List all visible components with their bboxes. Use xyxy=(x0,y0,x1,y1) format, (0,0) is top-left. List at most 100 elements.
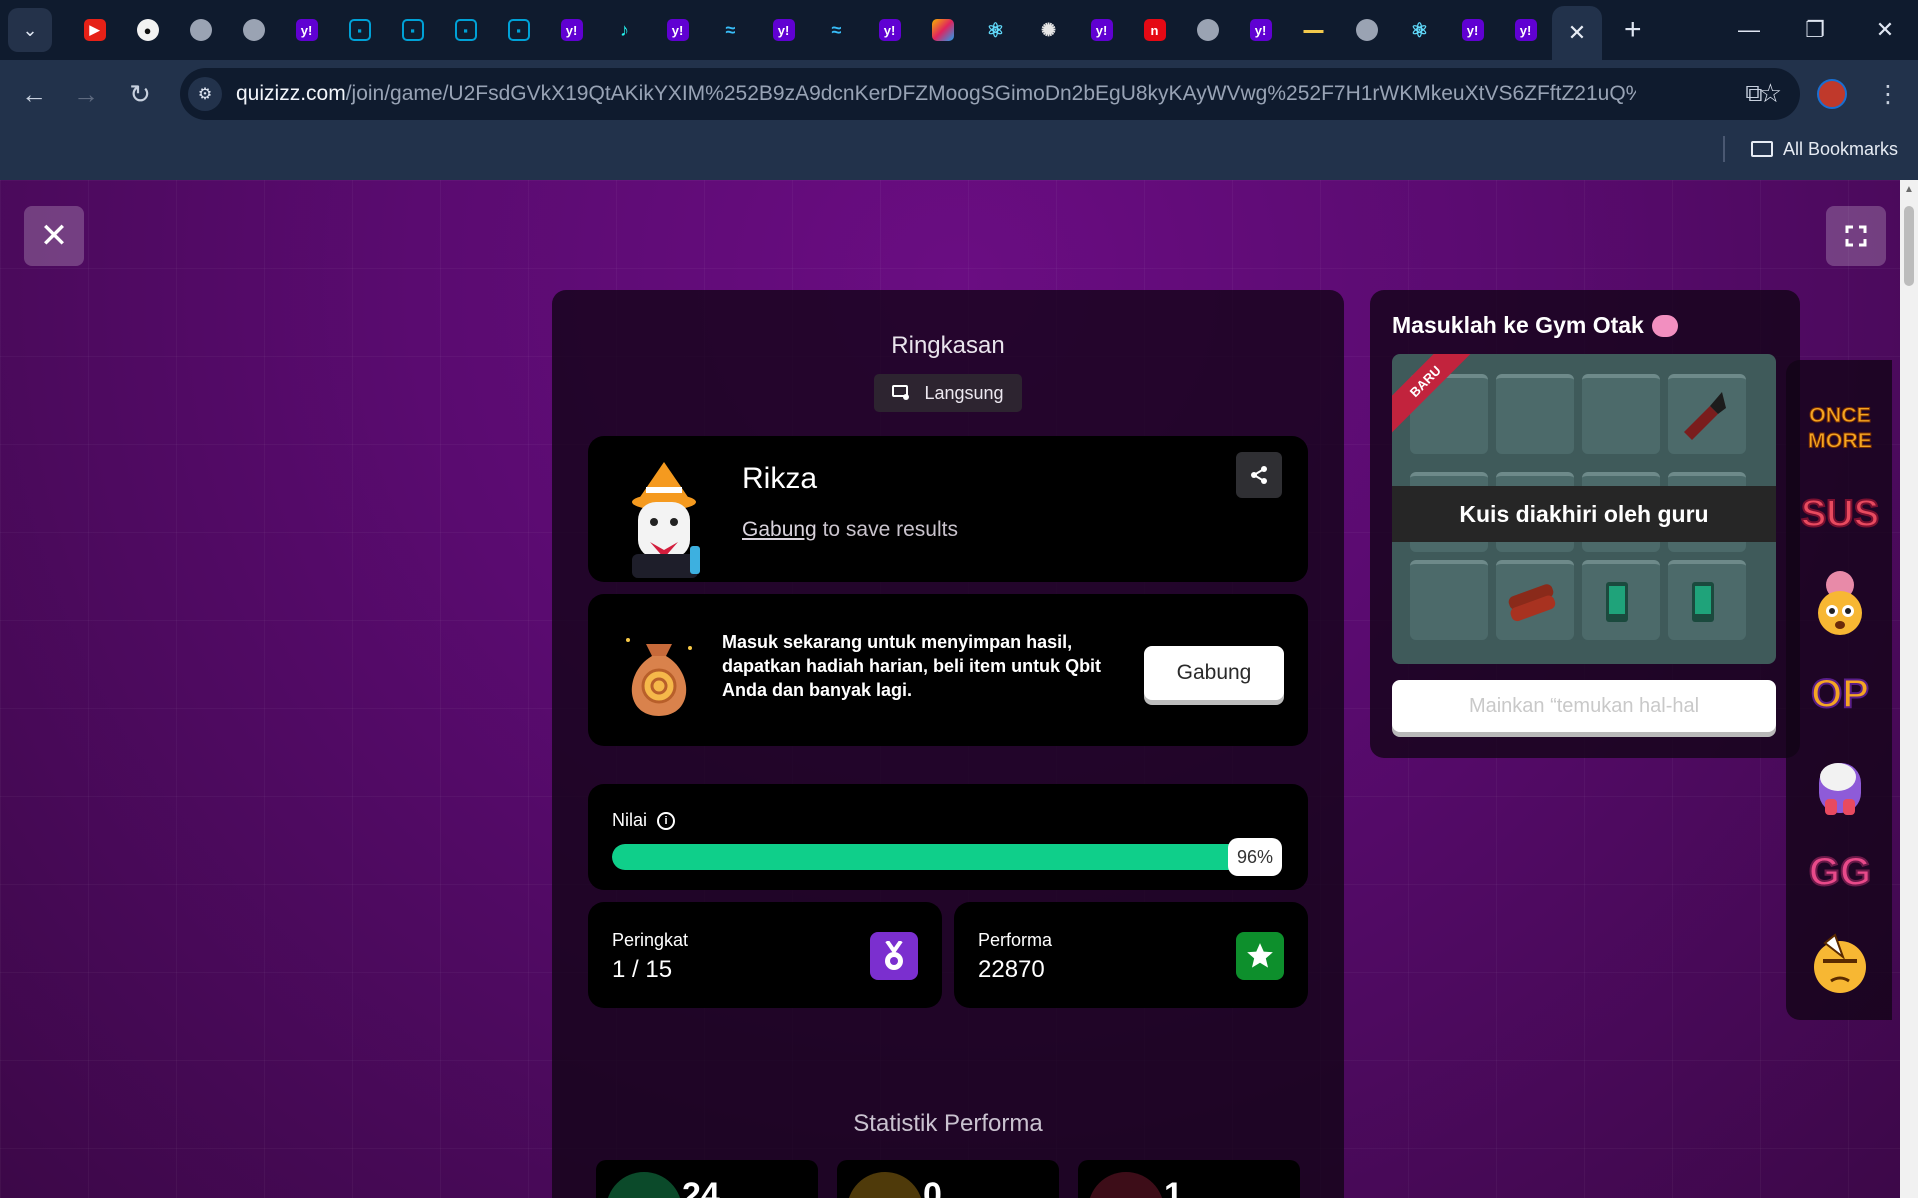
tab-yahoo[interactable]: y! xyxy=(863,7,916,53)
close-quiz-button[interactable]: ✕ xyxy=(24,206,84,266)
close-window-icon[interactable]: ✕ xyxy=(1852,8,1918,52)
bilibili-icon: ▪ xyxy=(454,19,477,41)
site-info-icon[interactable]: ⚙ xyxy=(188,77,222,111)
tab-tailwind[interactable]: ≈ xyxy=(810,7,863,53)
tab-bilibili[interactable]: ▪ xyxy=(439,7,492,53)
correct-count: 24 xyxy=(682,1176,720,1198)
brain-gym-title: Masuklah ke Gym Otak xyxy=(1392,312,1678,339)
tab-globe[interactable] xyxy=(174,7,227,53)
tab-netflix[interactable]: n xyxy=(1128,7,1181,53)
tab-strip: ▶ ● y! ▪ ▪ ▪ ▪ y! ♪ y! ≈ y! ≈ y! ⚛ ✺ y! … xyxy=(68,0,1642,60)
forward-button[interactable]: → xyxy=(62,70,110,118)
tab-bilibili[interactable]: ▪ xyxy=(386,7,439,53)
new-tab-button[interactable]: + xyxy=(1624,13,1642,47)
close-tab-icon[interactable]: ✕ xyxy=(1568,20,1586,46)
tab-globe[interactable] xyxy=(227,7,280,53)
op-text: OP xyxy=(1810,671,1870,717)
profile-avatar[interactable] xyxy=(1808,70,1856,118)
tab-react[interactable]: ⚛ xyxy=(969,7,1022,53)
tab-tiktok[interactable]: ♪ xyxy=(598,7,651,53)
play-game-button[interactable]: Mainkan “temukan hal-hal xyxy=(1392,680,1776,732)
brain-icon xyxy=(1651,314,1678,337)
summary-title: Ringkasan xyxy=(891,332,1005,359)
tab-globe[interactable] xyxy=(1340,7,1393,53)
tab-yahoo[interactable]: y! xyxy=(1234,7,1287,53)
tab-yahoo[interactable]: y! xyxy=(545,7,598,53)
yahoo-icon: y! xyxy=(878,19,901,41)
reload-button[interactable]: ↻ xyxy=(116,70,164,118)
once-more-sticker[interactable]: ONCE MORE xyxy=(1804,390,1876,462)
tab-bilibili[interactable]: ▪ xyxy=(492,7,545,53)
mind-blown-icon xyxy=(1818,571,1862,635)
tab-yahoo[interactable]: y! xyxy=(757,7,810,53)
game-preview[interactable]: Kuis diakhiri oleh guru BARU xyxy=(1392,354,1776,664)
tab-globe[interactable] xyxy=(1181,7,1234,53)
react-icon: ⚛ xyxy=(1410,19,1429,42)
scroll-up-arrow-icon[interactable]: ▲ xyxy=(1904,184,1914,195)
yahoo-icon: y! xyxy=(1090,19,1113,41)
game-slot xyxy=(1582,560,1660,640)
close-icon: ✕ xyxy=(39,217,69,255)
performance-card: Performa 22870 xyxy=(954,902,1308,1008)
astronaut-sticker[interactable] xyxy=(1804,746,1876,818)
info-icon[interactable]: i xyxy=(657,811,676,830)
unattempted-count: 1 xyxy=(1164,1176,1183,1198)
mind-blown-sticker[interactable] xyxy=(1804,568,1876,640)
tab-github[interactable]: ● xyxy=(121,7,174,53)
score-label: Nilai i xyxy=(612,810,676,831)
yahoo-icon: y! xyxy=(666,19,689,41)
incorrect-indicator xyxy=(847,1172,923,1198)
mode-badge: Langsung xyxy=(874,374,1022,412)
share-button[interactable] xyxy=(1236,452,1282,498)
join-button[interactable]: Gabung xyxy=(1144,646,1284,700)
phone-icon xyxy=(1692,582,1714,622)
tab-yahoo[interactable]: y! xyxy=(1075,7,1128,53)
gg-sticker[interactable]: GG xyxy=(1804,836,1876,908)
globe-icon xyxy=(1355,19,1378,41)
tab-tailwind[interactable]: ≈ xyxy=(704,7,757,53)
tab-yahoo[interactable]: y! xyxy=(280,7,333,53)
scrollbar-thumb[interactable] xyxy=(1904,206,1914,286)
yahoo-icon: y! xyxy=(1249,19,1272,41)
performance-label: Performa xyxy=(978,930,1053,950)
url-text[interactable]: quizizz.com/join/game/U2FsdGVkX19QtAKikY… xyxy=(236,82,1636,106)
tab-youtube[interactable]: ▶ xyxy=(68,7,121,53)
salute-icon xyxy=(1814,933,1866,993)
yahoo-icon: y! xyxy=(560,19,583,41)
fullscreen-button[interactable] xyxy=(1826,206,1886,266)
tab-yahoo[interactable]: y! xyxy=(1446,7,1499,53)
tab-banner[interactable]: ▬▬ xyxy=(1287,7,1340,53)
phone-icon xyxy=(1606,582,1628,622)
browser-tab-bar: ⌄ ▶ ● y! ▪ ▪ ▪ ▪ y! ♪ y! ≈ y! ≈ y! ⚛ ✺ y… xyxy=(0,0,1918,60)
page-scrollbar[interactable]: ▲ xyxy=(1900,180,1918,1198)
minimize-window-icon[interactable]: — xyxy=(1716,8,1782,52)
tab-search-button[interactable]: ⌄ xyxy=(8,8,52,52)
star-glyph xyxy=(1247,943,1273,968)
browser-menu-icon[interactable]: ⋮ xyxy=(1864,70,1912,118)
tab-yahoo[interactable]: y! xyxy=(651,7,704,53)
all-bookmarks-button[interactable]: All Bookmarks xyxy=(1722,136,1898,162)
once-more-text-2: MORE xyxy=(1808,428,1872,452)
game-slot xyxy=(1410,560,1488,640)
tab-active-close[interactable]: ✕ xyxy=(1552,6,1602,60)
op-sticker[interactable]: OP xyxy=(1804,658,1876,730)
mode-label: Langsung xyxy=(924,382,1004,403)
globe-icon xyxy=(242,19,265,41)
address-bar[interactable]: ⚙ quizizz.com/join/game/U2FsdGVkX19QtAKi… xyxy=(180,68,1800,120)
salute-sticker[interactable] xyxy=(1804,926,1876,998)
player-name: Rikza xyxy=(742,462,818,495)
tab-colorful[interactable] xyxy=(916,7,969,53)
tab-bilibili[interactable]: ▪ xyxy=(333,7,386,53)
extensions-icon[interactable]: ⧉ xyxy=(1730,70,1778,118)
restore-window-icon[interactable]: ❐ xyxy=(1782,8,1848,52)
rank-label: Peringkat xyxy=(612,930,689,950)
tab-yahoo[interactable]: y! xyxy=(1499,7,1552,53)
sus-sticker[interactable]: SUS xyxy=(1800,478,1880,550)
tab-openai[interactable]: ✺ xyxy=(1022,7,1075,53)
medal-glyph xyxy=(885,941,903,970)
join-link[interactable]: Gabung xyxy=(742,518,817,541)
brain-gym-card: Masuklah ke Gym Otak Kuis diakhiri oleh … xyxy=(1370,290,1800,758)
summary-card: Ringkasan Langsung Rikza Gabung to save … xyxy=(552,290,1344,1198)
tab-react[interactable]: ⚛ xyxy=(1393,7,1446,53)
back-button[interactable]: ← xyxy=(10,70,58,118)
